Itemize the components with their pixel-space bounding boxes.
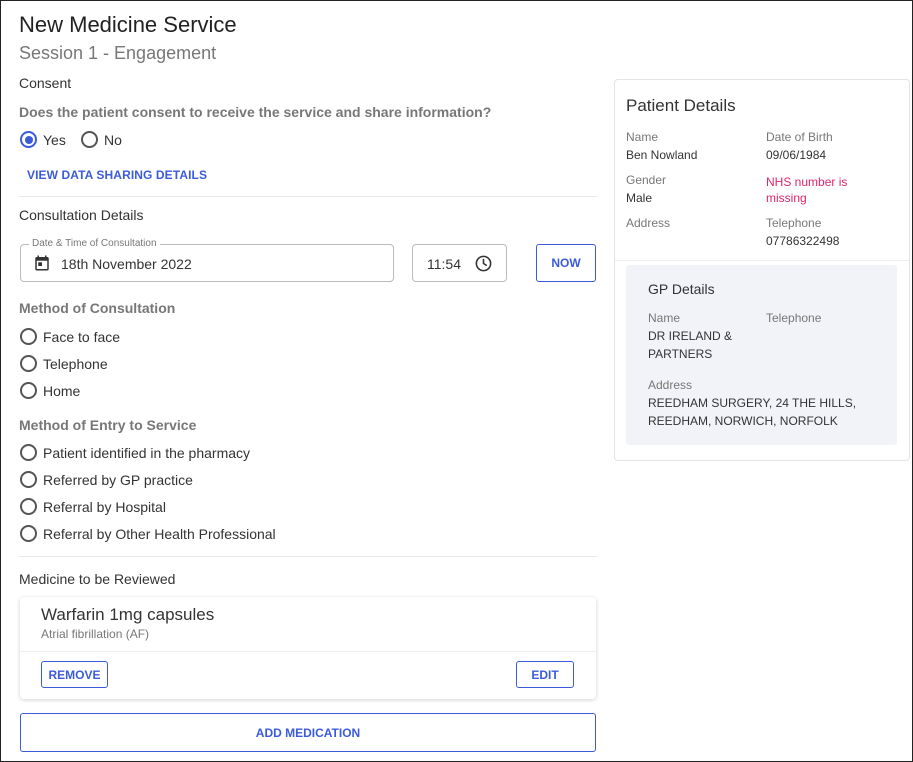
entry-hospital[interactable]: Referral by Hospital [20, 498, 166, 515]
add-medication-button[interactable]: ADD MEDICATION [20, 713, 596, 752]
consultation-time-field[interactable]: 11:54 [412, 244, 507, 282]
gp-name-label: Name [648, 311, 681, 325]
gp-name-value: DR IRELAND & PARTNERS [648, 329, 733, 361]
radio-unchecked-icon[interactable] [20, 382, 37, 399]
patient-gender-label: Gender [626, 173, 667, 187]
patient-address-label: Address [626, 216, 671, 230]
entry-label: Referral by Other Health Professional [43, 525, 276, 542]
patient-dob-value: 09/06/1984 [766, 148, 827, 162]
calendar-icon[interactable] [33, 254, 51, 272]
radio-unchecked-icon[interactable] [20, 444, 37, 461]
consultation-heading: Consultation Details [19, 207, 144, 223]
medicine-card: Warfarin 1mg capsules Atrial fibrillatio… [20, 597, 596, 699]
method-telephone[interactable]: Telephone [20, 355, 108, 372]
medicine-condition: Atrial fibrillation (AF) [41, 627, 150, 641]
consent-yes-option[interactable]: Yes [20, 131, 66, 148]
method-label: Telephone [43, 355, 108, 372]
radio-checked-icon[interactable] [20, 131, 37, 148]
consent-no-option[interactable]: No [81, 131, 122, 148]
patient-details-heading: Patient Details [626, 96, 736, 115]
gp-telephone-label: Telephone [766, 311, 822, 325]
medicine-heading: Medicine to be Reviewed [19, 571, 176, 587]
radio-unchecked-icon[interactable] [20, 355, 37, 372]
entry-pharmacy[interactable]: Patient identified in the pharmacy [20, 444, 250, 461]
gp-address-label: Address [648, 378, 693, 392]
radio-unchecked-icon[interactable] [20, 471, 37, 488]
radio-unchecked-icon[interactable] [20, 328, 37, 345]
remove-button[interactable]: REMOVE [41, 661, 108, 688]
edit-button[interactable]: EDIT [516, 661, 574, 688]
clock-icon[interactable] [474, 254, 493, 273]
patient-telephone-label: Telephone [766, 216, 822, 230]
patient-details-panel: Patient Details Name Ben Nowland Date of… [614, 79, 910, 461]
entry-other-professional[interactable]: Referral by Other Health Professional [20, 525, 276, 542]
consent-yes-label: Yes [43, 131, 66, 148]
entry-gp-practice[interactable]: Referred by GP practice [20, 471, 193, 488]
gp-address-value: REEDHAM SURGERY, 24 THE HILLS, REEDHAM, … [648, 396, 857, 428]
consultation-time-value: 11:54 [427, 256, 461, 272]
page-title: New Medicine Service [19, 12, 237, 37]
nhs-number-warning: NHS number is missing [766, 175, 848, 205]
gp-details-panel: GP Details Name DR IRELAND & PARTNERS Te… [626, 265, 897, 445]
patient-telephone-value: 07786322498 [766, 234, 840, 248]
entry-label: Referred by GP practice [43, 471, 193, 488]
method-face-to-face[interactable]: Face to face [20, 328, 120, 345]
consultation-date-field[interactable]: Date & Time of Consultation 18th Novembe… [20, 238, 394, 282]
now-button[interactable]: NOW [536, 244, 596, 282]
page-subtitle: Session 1 - Engagement [19, 43, 217, 63]
entry-heading: Method of Entry to Service [19, 417, 197, 433]
method-heading: Method of Consultation [19, 300, 176, 316]
entry-label: Referral by Hospital [43, 498, 166, 515]
consent-heading: Consent [19, 75, 72, 91]
divider [615, 260, 909, 261]
radio-unchecked-icon[interactable] [81, 131, 98, 148]
entry-label: Patient identified in the pharmacy [43, 444, 251, 461]
view-data-sharing-link[interactable]: VIEW DATA SHARING DETAILS [27, 168, 207, 182]
radio-unchecked-icon[interactable] [20, 498, 37, 515]
consent-no-label: No [104, 131, 122, 148]
gp-details-heading: GP Details [648, 281, 715, 297]
app-window: New Medicine Service Session 1 - Engagem… [0, 0, 913, 762]
patient-dob-label: Date of Birth [766, 130, 833, 144]
patient-name-value: Ben Nowland [626, 148, 698, 162]
consultation-date-value: 18th November 2022 [61, 256, 192, 272]
medicine-name: Warfarin 1mg capsules [41, 605, 215, 624]
date-field-label: Date & Time of Consultation [29, 238, 160, 249]
method-label: Face to face [43, 328, 121, 345]
consent-question: Does the patient consent to receive the … [19, 104, 492, 120]
patient-name-label: Name [626, 130, 659, 144]
divider [19, 556, 597, 557]
patient-gender-value: Male [626, 191, 653, 205]
card-divider [20, 651, 596, 652]
radio-unchecked-icon[interactable] [20, 525, 37, 542]
divider [19, 196, 597, 197]
method-home[interactable]: Home [20, 382, 80, 399]
method-label: Home [43, 382, 81, 399]
